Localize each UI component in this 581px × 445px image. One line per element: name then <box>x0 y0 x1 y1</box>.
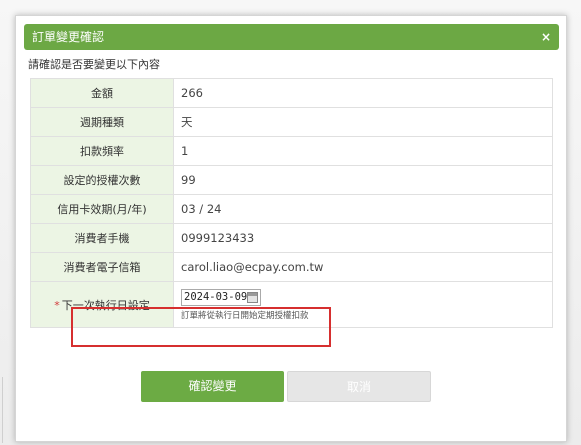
cancel-button[interactable]: 取消 <box>287 371 431 402</box>
row-value-amount: 266 <box>173 78 553 108</box>
row-label-card-expiry: 信用卡效期(月/年) <box>30 194 174 224</box>
row-label-email: 消費者電子信箱 <box>30 252 174 282</box>
order-change-dialog: 訂單變更確認 × 請確認是否要變更以下內容 金額 266 週期種類 天 扣款頻率… <box>15 15 567 442</box>
table-row: 消費者電子信箱 carol.liao@ecpay.com.tw <box>30 252 553 282</box>
table-row: 週期種類 天 <box>30 107 553 137</box>
row-value-period-type: 天 <box>173 107 553 137</box>
row-value-card-expiry: 03 / 24 <box>173 194 553 224</box>
required-mark: * <box>54 298 60 312</box>
change-details-table: 金額 266 週期種類 天 扣款頻率 1 設定的授權次數 99 信用卡效期(月/… <box>30 78 553 328</box>
row-label-amount: 金額 <box>30 78 174 108</box>
calendar-icon[interactable] <box>247 291 258 303</box>
page-edge-line <box>2 377 3 443</box>
table-row: 扣款頻率 1 <box>30 136 553 166</box>
table-row: 消費者手機 0999123433 <box>30 223 553 253</box>
dialog-intro: 請確認是否要變更以下內容 <box>28 58 160 71</box>
dialog-header: 訂單變更確認 × <box>24 24 559 50</box>
table-row: 金額 266 <box>30 78 553 108</box>
row-value-auth-count: 99 <box>173 165 553 195</box>
row-label-phone: 消費者手機 <box>30 223 174 253</box>
table-row: 信用卡效期(月/年) 03 / 24 <box>30 194 553 224</box>
next-date-value: 2024-03-09 <box>184 290 248 303</box>
close-icon[interactable]: × <box>541 24 551 50</box>
row-label-frequency: 扣款頻率 <box>30 136 174 166</box>
next-date-input[interactable]: 2024-03-09 <box>181 288 261 306</box>
confirm-change-button[interactable]: 確認變更 <box>141 371 284 402</box>
row-value-frequency: 1 <box>173 136 553 166</box>
dialog-title: 訂單變更確認 <box>32 30 105 44</box>
row-label-period-type: 週期種類 <box>30 107 174 137</box>
row-value-phone: 0999123433 <box>173 223 553 253</box>
row-value-email: carol.liao@ecpay.com.tw <box>173 252 553 282</box>
highlight-box <box>71 307 331 347</box>
table-row: 設定的授權次數 99 <box>30 165 553 195</box>
row-label-auth-count: 設定的授權次數 <box>30 165 174 195</box>
